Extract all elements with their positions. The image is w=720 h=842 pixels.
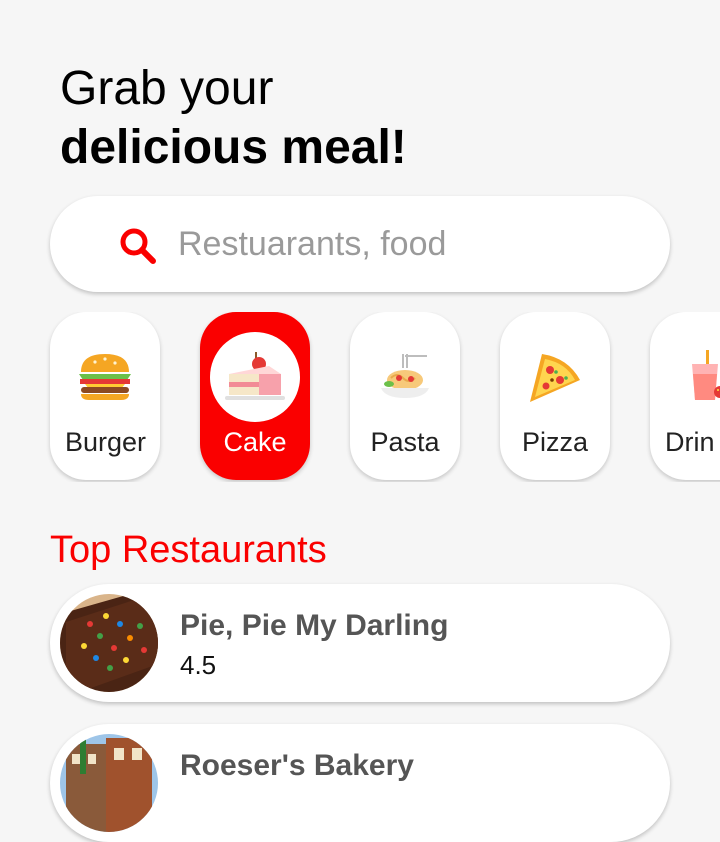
category-label: Pasta [370,427,440,457]
restaurant-thumbnail [60,594,158,692]
pizza-icon [530,354,580,402]
burger-icon [79,354,131,400]
section-title: Top Restaurants [50,529,327,571]
category-pizza[interactable]: Pizza [500,312,610,480]
cake-icon-wrap [210,332,300,422]
restaurant-rating: 4.5 [180,650,217,680]
pasta-icon-wrap [360,332,450,422]
category-list: Burger Cake Pasta Pizza Drin [0,312,720,482]
category-cake[interactable]: Cake [200,312,310,480]
pasta-icon [381,354,429,398]
search-icon[interactable] [118,226,158,266]
search-input[interactable] [178,216,658,272]
restaurant-name: Pie, Pie My Darling [180,609,449,642]
restaurant-card[interactable]: Roeser's Bakery [50,724,670,842]
bakery-storefront-image [60,734,158,832]
category-label: Burger [65,427,147,457]
restaurant-name: Roeser's Bakery [180,749,414,782]
category-label: Drin [665,427,715,457]
search-bar[interactable] [50,196,670,292]
category-drink[interactable]: Drin [650,312,720,480]
brownie-image [60,594,158,692]
heading-line-1: Grab your [60,62,274,115]
restaurant-card[interactable]: Pie, Pie My Darling 4.5 [50,584,670,702]
category-label: Pizza [521,427,589,457]
category-pasta[interactable]: Pasta [350,312,460,480]
burger-icon-wrap [60,332,150,422]
pizza-icon-wrap [510,332,600,422]
page-heading: Grab your delicious meal! [60,62,407,180]
heading-line-2: delicious meal! [60,121,407,174]
category-burger[interactable]: Burger [50,312,160,480]
restaurant-thumbnail [60,734,158,832]
drink-icon [692,350,720,400]
drink-icon-wrap [660,332,720,422]
cake-icon [225,352,285,400]
category-label: Cake [223,427,287,457]
